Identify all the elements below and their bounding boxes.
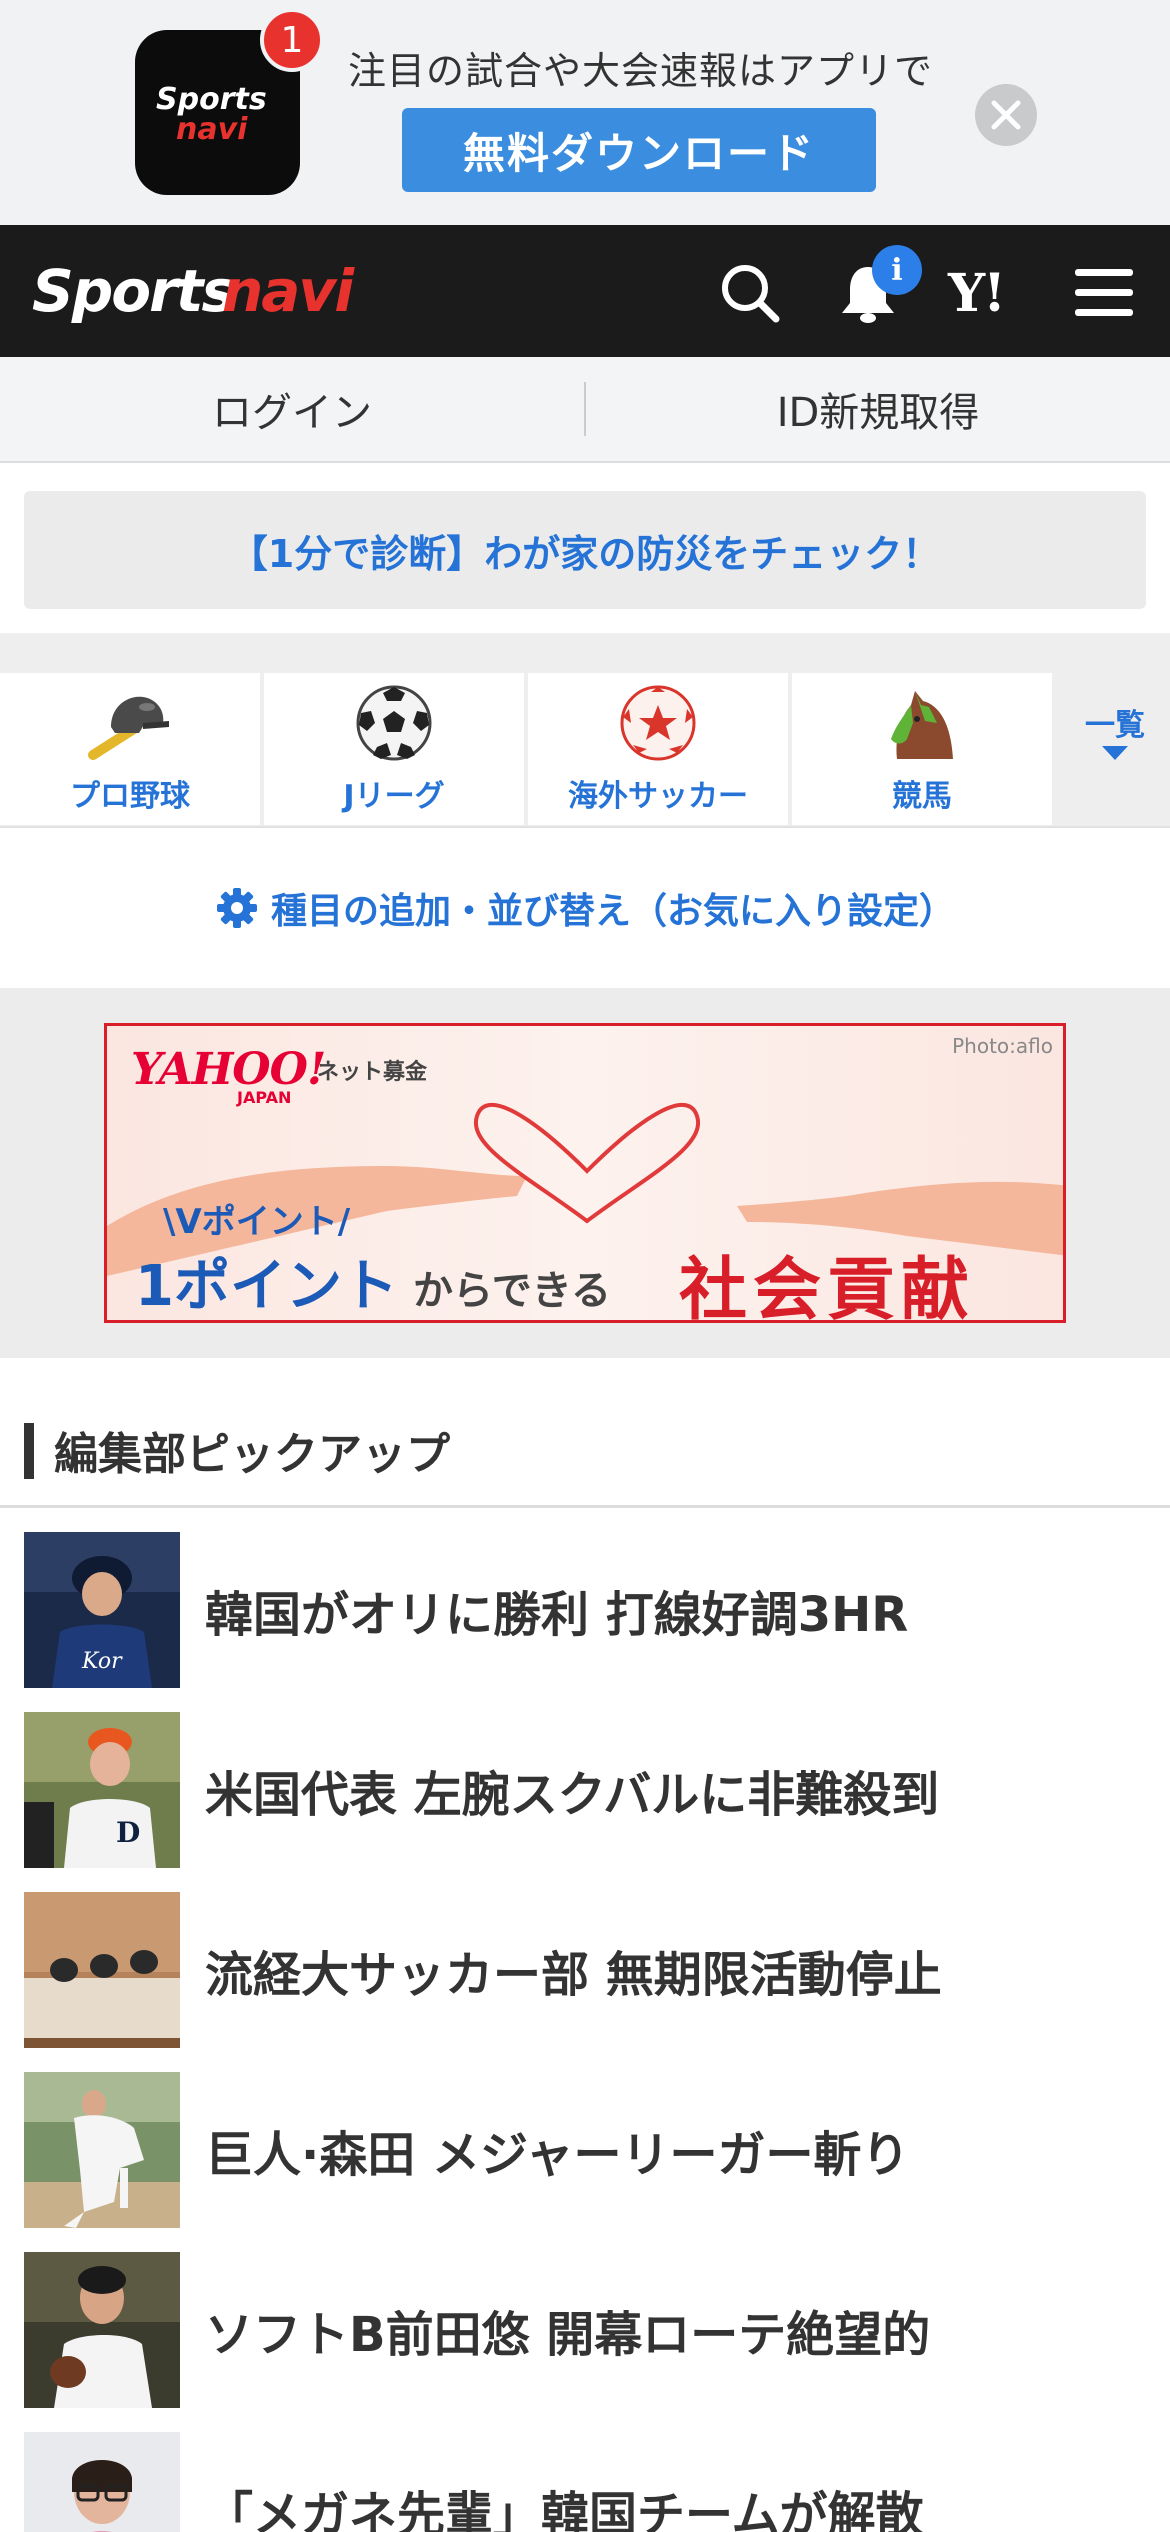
- svg-text:Sports: Sports: [32, 257, 234, 325]
- sport-tab-label: Jリーグ: [343, 779, 445, 814]
- sport-tab-label: 海外サッカー: [568, 779, 748, 814]
- sport-tab-horse-racing[interactable]: 競馬: [792, 673, 1052, 825]
- svg-text:Kor: Kor: [81, 1649, 123, 1674]
- site-header: Sports navi i Y!: [0, 225, 1170, 357]
- favorite-settings-link[interactable]: 種目の追加・並び替え（お気に入り設定）: [0, 828, 1170, 988]
- svg-text:navi: navi: [176, 112, 248, 147]
- promo-area: 【1分で診断】わが家の防災をチェック！: [0, 463, 1170, 633]
- sport-tab-label: プロ野球: [70, 779, 190, 814]
- login-link[interactable]: ログイン: [0, 357, 584, 461]
- baseball-helmet-icon: [88, 696, 169, 760]
- article-title: 「メガネ先輩」韓国チームが解散: [205, 2487, 924, 2532]
- article-thumbnail: [24, 2072, 180, 2228]
- ad-yahoo-brand: YAHOO!: [131, 1044, 326, 1095]
- article-thumbnail: Kor: [24, 1532, 180, 1688]
- article-title: 韓国がオリに勝利 打線好調3HR: [205, 1587, 909, 1643]
- gear-icon: [216, 888, 257, 928]
- sportsnavi-app-logo: Sports navi: [156, 82, 267, 147]
- ad-kara-dekiru: からできる: [413, 1268, 611, 1314]
- article-thumbnail: [24, 2252, 180, 2408]
- disaster-check-promo-link[interactable]: 【1分で診断】わが家の防災をチェック！: [24, 491, 1146, 609]
- sportsnavi-logo[interactable]: Sports navi: [32, 247, 372, 337]
- register-link[interactable]: ID新規取得: [586, 357, 1170, 461]
- section-title: 編集部ピックアップ: [54, 1429, 450, 1480]
- hamburger-menu-icon: [1075, 269, 1133, 316]
- search-button[interactable]: [714, 257, 786, 329]
- article-title: 巨人·森田 メジャーリーガー斬り: [205, 2127, 910, 2183]
- notification-info-badge: i: [872, 245, 922, 295]
- ad-yahoo-japan: JAPAN: [237, 1088, 292, 1107]
- yahoo-donation-ad[interactable]: YAHOO! JAPAN ネット募金 Photo:aflo \Vポイント/ 1ポ…: [104, 1023, 1066, 1323]
- sport-tab-overseas-soccer[interactable]: 海外サッカー: [528, 673, 788, 825]
- sport-tab-j-league[interactable]: Jリーグ: [264, 673, 524, 825]
- section-marker: [24, 1423, 34, 1479]
- article-title: 米国代表 左腕スクバルに非難殺到: [205, 1767, 940, 1823]
- ad-vpoint-label: \Vポイント/: [163, 1202, 351, 1242]
- app-notification-badge: 1: [260, 8, 324, 72]
- search-icon: [722, 265, 780, 323]
- ad-one-point: 1ポイント: [135, 1254, 398, 1319]
- ad-social-contribution: 社会貢献: [679, 1251, 976, 1323]
- yahoo-home-link[interactable]: Y!: [948, 261, 1032, 325]
- article-thumbnail: D: [24, 1712, 180, 1868]
- ad-photo-credit: Photo:aflo: [952, 1034, 1053, 1058]
- app-download-banner: Sports navi 1 注目の試合や大会速報はアプリで 無料ダウンロード: [0, 0, 1170, 225]
- article-thumbnail: [24, 1892, 180, 2048]
- article-thumbnail: [24, 2432, 180, 2532]
- sport-tab-label: 競馬: [892, 779, 952, 814]
- more-label: 一覧: [1085, 708, 1145, 743]
- app-promo-text: 注目の試合や大会速報はアプリで: [348, 49, 934, 93]
- favorite-settings-label: 種目の追加・並び替え（お気に入り設定）: [270, 891, 955, 932]
- list-item[interactable]: Kor 韓国がオリに勝利 打線好調3HR: [0, 1510, 1170, 1692]
- ad-area: YAHOO! JAPAN ネット募金 Photo:aflo \Vポイント/ 1ポ…: [0, 988, 1170, 1358]
- chevron-down-icon: [1102, 746, 1128, 760]
- list-item[interactable]: 巨人·森田 メジャーリーガー斬り: [0, 2050, 1170, 2232]
- star-soccer-ball-icon: [620, 685, 696, 761]
- list-item[interactable]: 「メガネ先輩」韓国チームが解散: [0, 2410, 1170, 2532]
- menu-button[interactable]: [1068, 257, 1140, 329]
- ad-service-name: ネット募金: [317, 1060, 428, 1085]
- editorial-pickup-header: 編集部ピックアップ: [0, 1358, 1170, 1508]
- soccer-ball-icon: [356, 685, 432, 761]
- sports-list-more-link[interactable]: 一覧: [1070, 700, 1160, 780]
- list-item[interactable]: 流経大サッカー部 無期限活動停止: [0, 1870, 1170, 2052]
- close-banner-button[interactable]: [975, 84, 1037, 146]
- auth-bar: ログイン ID新規取得: [0, 357, 1170, 463]
- sport-tab-pro-baseball[interactable]: プロ野球: [0, 673, 260, 825]
- list-item[interactable]: ソフトB前田悠 開幕ローテ絶望的: [0, 2230, 1170, 2412]
- list-item[interactable]: D 米国代表 左腕スクバルに非難殺到: [0, 1690, 1170, 1872]
- svg-text:navi: navi: [222, 257, 355, 325]
- free-download-button[interactable]: 無料ダウンロード: [402, 108, 876, 192]
- horse-head-icon: [891, 691, 953, 759]
- article-title: 流経大サッカー部 無期限活動停止: [205, 1947, 942, 2003]
- sports-nav: プロ野球 Jリーグ 海外サッカー 競馬: [0, 633, 1170, 828]
- close-icon: [991, 100, 1021, 130]
- article-title: ソフトB前田悠 開幕ローテ絶望的: [205, 2307, 931, 2363]
- svg-text:D: D: [116, 1816, 140, 1849]
